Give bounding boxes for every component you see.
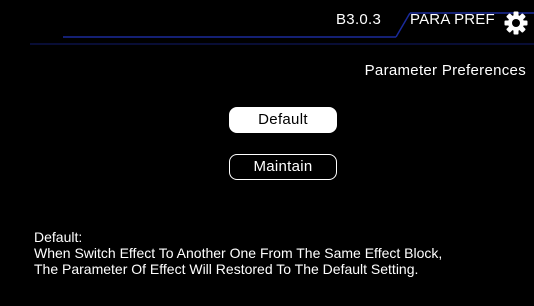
header-bar: B3.0.3 PARA PREF xyxy=(0,0,534,46)
gear-icon[interactable] xyxy=(504,11,528,35)
option-description: Default: When Switch Effect To Another O… xyxy=(34,229,530,277)
page-title: Parameter Preferences xyxy=(364,62,526,79)
description-heading: Default: xyxy=(34,229,83,245)
default-option-button[interactable]: Default xyxy=(229,107,337,133)
description-line: The Parameter Of Effect Will Restored To… xyxy=(34,261,419,277)
maintain-option-button[interactable]: Maintain xyxy=(229,154,337,180)
firmware-version: B3.0.3 xyxy=(336,11,382,28)
page-label: PARA PREF xyxy=(410,11,495,28)
description-line: When Switch Effect To Another One From T… xyxy=(34,245,443,261)
